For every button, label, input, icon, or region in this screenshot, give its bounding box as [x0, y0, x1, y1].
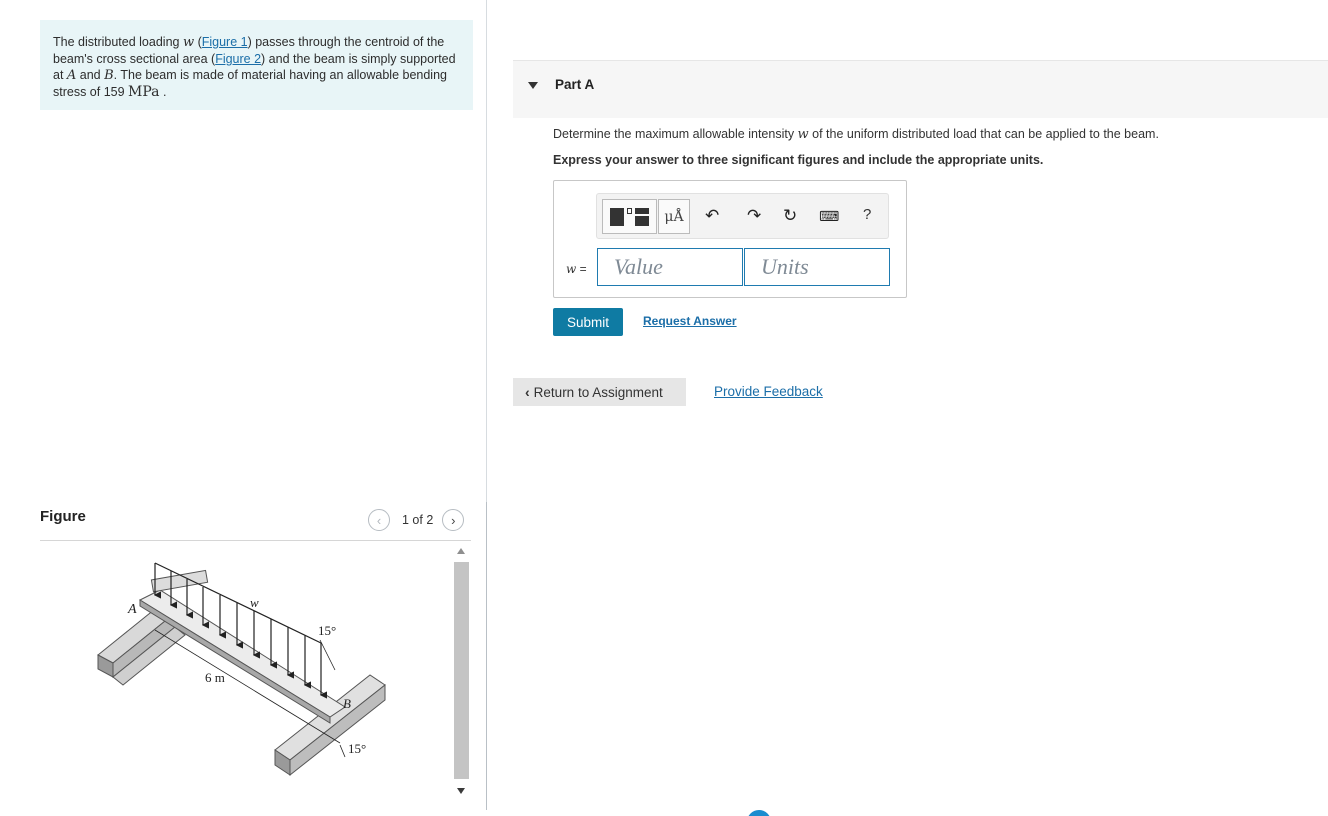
keyboard-icon[interactable]: ⌨: [819, 209, 839, 223]
templates-button[interactable]: [602, 199, 657, 234]
column-divider: [486, 0, 487, 505]
figure-1-link[interactable]: Figure 1: [202, 35, 248, 49]
question-text-part: of the uniform distributed load that can…: [808, 127, 1159, 141]
scroll-down-icon[interactable]: [457, 788, 465, 794]
var-b: B: [104, 68, 114, 83]
column-divider: [486, 502, 487, 810]
figure-divider: [40, 540, 471, 541]
chevron-right-icon: ›: [451, 512, 456, 528]
scroll-up-icon[interactable]: [457, 548, 465, 554]
label-angle-bottom: 15°: [348, 741, 366, 756]
answer-var: w: [566, 262, 577, 276]
beam-diagram: A w 15° 6 m B 15°: [97, 562, 386, 777]
unit-mpa: MPa: [128, 84, 160, 100]
label-span: 6 m: [205, 670, 225, 685]
units-icon: μÅ: [664, 208, 684, 225]
label-angle-top: 15°: [318, 623, 336, 638]
units-input[interactable]: Units: [744, 248, 890, 286]
problem-text: The distributed loading: [53, 35, 183, 49]
label-a: A: [127, 602, 137, 617]
help-button[interactable]: ?: [863, 206, 871, 223]
units-button[interactable]: μÅ: [658, 199, 690, 234]
equals-sign: =: [576, 262, 587, 276]
part-a-header[interactable]: Part A: [513, 60, 1328, 118]
submit-button[interactable]: Submit: [553, 308, 623, 336]
provide-feedback-link[interactable]: Provide Feedback: [714, 384, 823, 399]
var-a: A: [66, 68, 77, 83]
label-b: B: [343, 696, 351, 711]
problem-statement: The distributed loading w (Figure 1) pas…: [40, 20, 473, 110]
var-w: w: [182, 35, 195, 50]
label-w: w: [250, 595, 259, 610]
figure-2-link[interactable]: Figure 2: [215, 52, 261, 66]
math-toolbar: μÅ ↶ ↷ ↻ ⌨ ?: [596, 193, 889, 239]
problem-text: .: [159, 85, 167, 99]
return-label: Return to Assignment: [533, 384, 663, 400]
figure-page-count: 1 of 2: [402, 513, 434, 527]
answer-var-label: w =: [566, 262, 587, 276]
part-title: Part A: [555, 77, 595, 92]
return-to-assignment-button[interactable]: ‹ Return to Assignment: [513, 378, 686, 406]
question-var-w: w: [797, 127, 809, 142]
scroll-thumb[interactable]: [454, 562, 469, 779]
beam-figure: A w 15° 6 m B 15°: [40, 545, 450, 805]
problem-text: (: [194, 35, 202, 49]
figure-title: Figure: [40, 508, 86, 525]
help-bubble-icon[interactable]: [747, 810, 771, 816]
chevron-left-icon: ‹: [376, 512, 382, 528]
question-text: Determine the maximum allowable intensit…: [553, 127, 1159, 142]
problem-text: and: [76, 68, 105, 82]
answer-instruction: Express your answer to three significant…: [553, 153, 1044, 167]
figure-scrollbar[interactable]: [452, 545, 470, 803]
figure-pager: ‹ 1 of 2 ›: [368, 509, 465, 531]
next-figure-button[interactable]: ›: [442, 509, 465, 531]
reset-icon[interactable]: ↻: [783, 207, 797, 224]
prev-figure-button[interactable]: ‹: [368, 509, 390, 531]
caret-down-icon[interactable]: [528, 82, 538, 89]
question-text-part: Determine the maximum allowable intensit…: [553, 127, 798, 141]
chevron-left-icon: ‹: [525, 384, 530, 400]
undo-icon[interactable]: ↶: [705, 207, 719, 224]
request-answer-link[interactable]: Request Answer: [643, 314, 737, 328]
redo-icon[interactable]: ↷: [747, 207, 761, 224]
value-input[interactable]: Value: [597, 248, 743, 286]
answer-box: μÅ ↶ ↷ ↻ ⌨ ? w = Value Units: [553, 180, 907, 298]
